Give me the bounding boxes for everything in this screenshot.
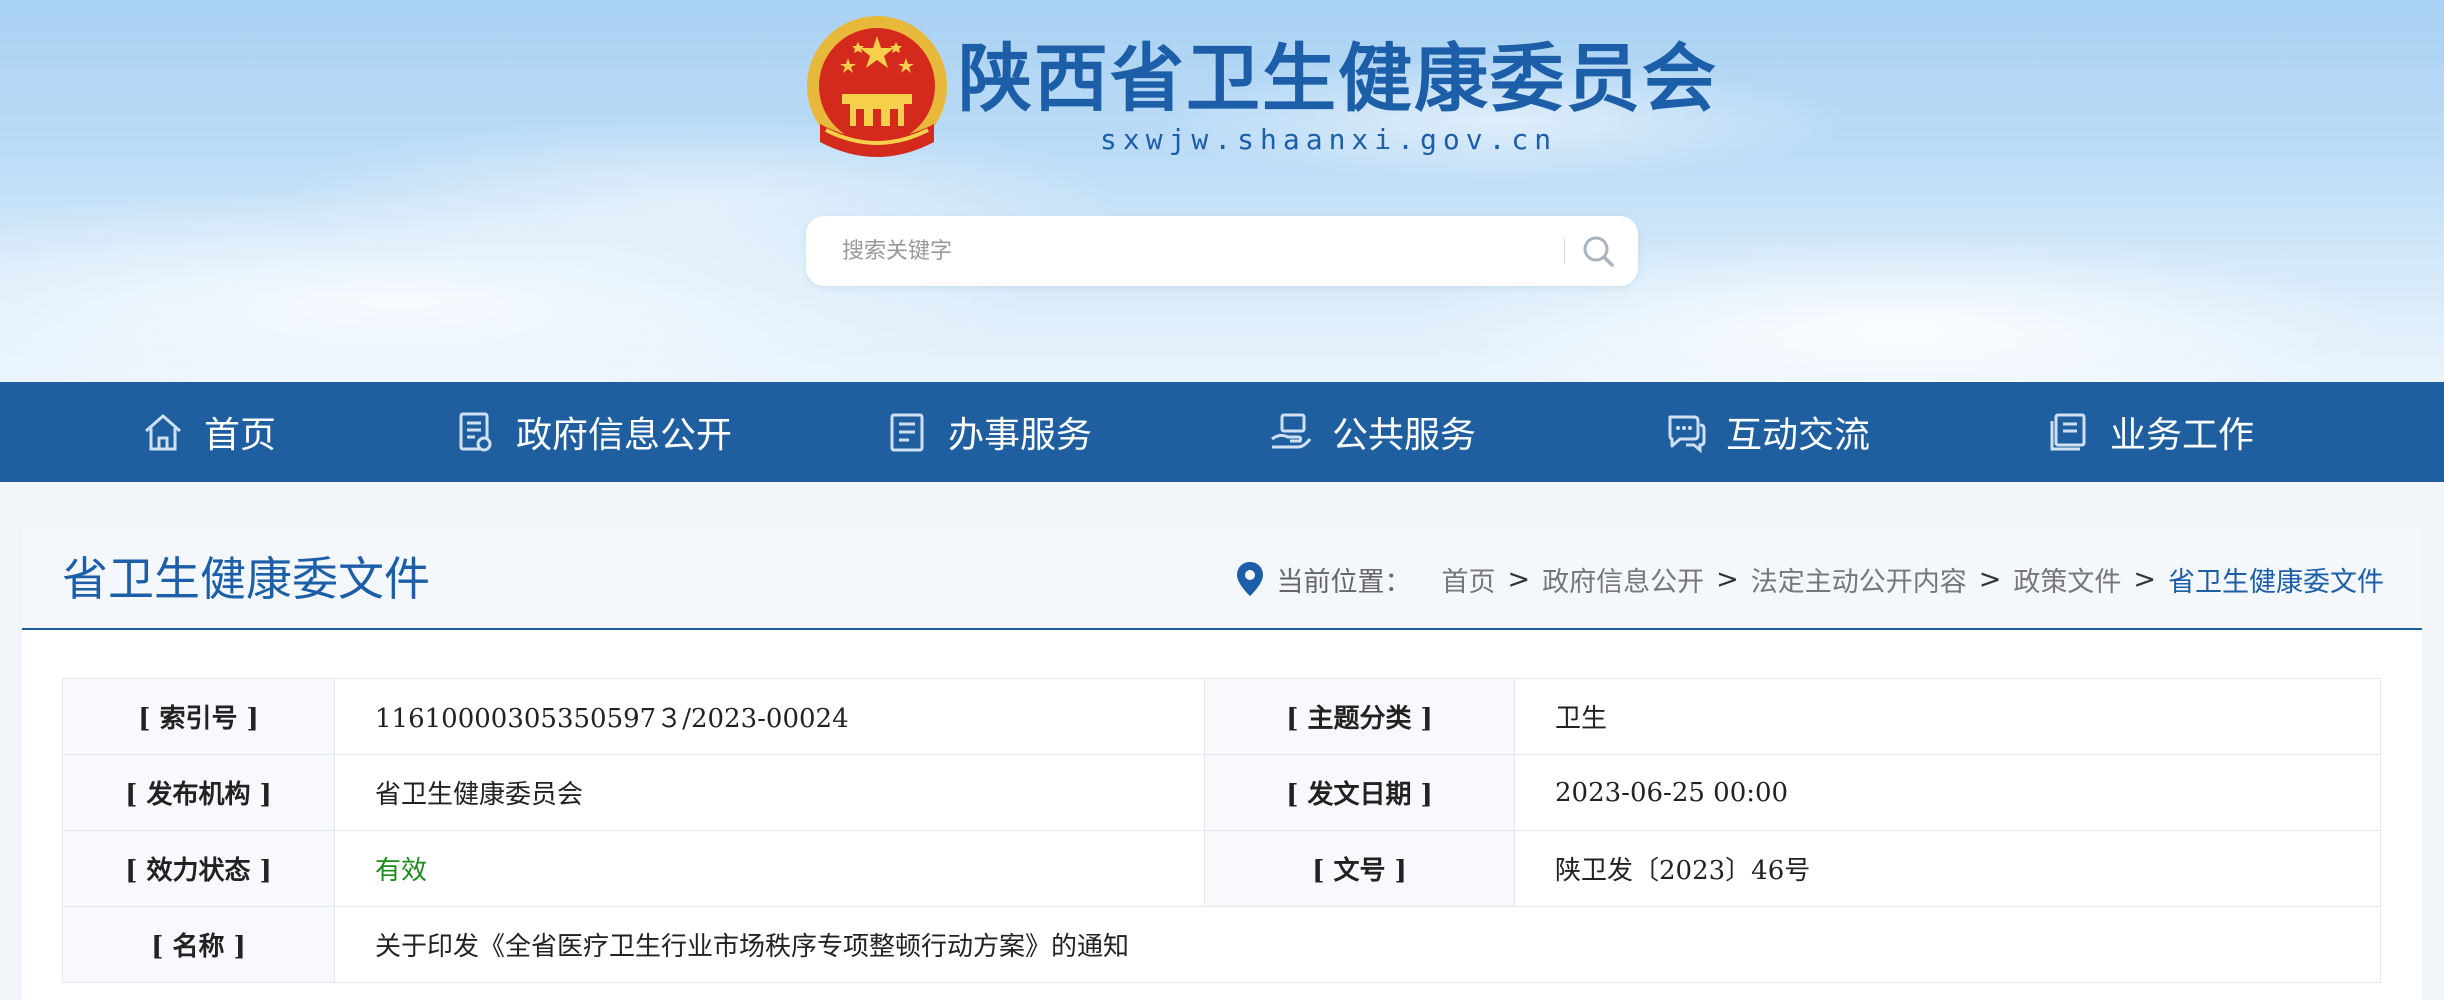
document-meta-table: [ 索引号 ] 11610000305350597３/2023-00024 [ … [62, 678, 2381, 983]
meta-value-docno: 陕卫发〔2023〕46号 [1514, 830, 2381, 907]
clipboard-icon [890, 413, 924, 452]
site-title: 陕西省卫生健康委员会 [958, 36, 1718, 122]
page-title: 省卫生健康委文件 [62, 552, 430, 606]
national-emblem-icon [807, 16, 947, 157]
meta-row: [ 名称 ] 关于印发《全省医疗卫生行业市场秩序专项整顿行动方案》的通知 [62, 906, 2381, 983]
meta-row: [ 发布机构 ] 省卫生健康委员会 [ 发文日期 ] 2023-06-25 00… [62, 754, 2381, 831]
search-divider [1564, 238, 1565, 264]
breadcrumb-current[interactable]: 省卫生健康委文件 [2168, 560, 2384, 599]
search-icon[interactable] [1574, 228, 1624, 274]
breadcrumb: 当前位置： 首页 > 政府信息公开 > 法定主动公开内容 > 政策文件 > 省卫… [1235, 554, 2384, 604]
search-box [806, 216, 1638, 286]
meta-label-status: [ 效力状态 ] [62, 830, 335, 907]
nav-item-services[interactable]: 办事服务 [884, 382, 1092, 482]
hand-service-icon [1271, 413, 1312, 449]
meta-row: [ 索引号 ] 11610000305350597３/2023-00024 [ … [62, 678, 2381, 755]
meta-value-name: 关于印发《全省医疗卫生行业市场秩序专项整顿行动方案》的通知 [334, 906, 2381, 983]
breadcrumb-home[interactable]: 首页 [1442, 560, 1496, 599]
breadcrumb-gov-info[interactable]: 政府信息公开 [1542, 560, 1704, 599]
nav-item-public-service[interactable]: 公共服务 [1268, 382, 1476, 482]
nav-item-business[interactable]: 业务工作 [2046, 382, 2254, 482]
meta-label-name: [ 名称 ] [62, 906, 335, 983]
nav-item-label: 首页 [204, 415, 277, 456]
nav-item-label: 互动交流 [1726, 415, 1871, 456]
breadcrumb-separator: > [2133, 563, 2156, 595]
meta-label-topic: [ 主题分类 ] [1204, 678, 1515, 755]
search-input[interactable] [842, 226, 1542, 276]
meta-label-index: [ 索引号 ] [62, 678, 335, 755]
site-domain: sxwjw.shaanxi.gov.cn [1100, 123, 1558, 156]
document-icon [459, 412, 492, 452]
breadcrumb-statutory-content[interactable]: 法定主动公开内容 [1751, 560, 1967, 599]
nav-item-label: 办事服务 [948, 415, 1093, 456]
chat-icon [1668, 415, 1706, 454]
meta-value-date: 2023-06-25 00:00 [1514, 754, 2381, 831]
meta-value-index: 11610000305350597３/2023-00024 [334, 678, 1205, 755]
meta-value-status: 有效 [334, 830, 1205, 907]
location-pin-icon [1236, 562, 1263, 596]
meta-row: [ 效力状态 ] 有效 [ 文号 ] 陕卫发〔2023〕46号 [62, 830, 2381, 907]
breadcrumb-separator: > [1978, 563, 2002, 595]
nav-item-label: 业务工作 [2110, 415, 2255, 456]
content-panel: 省卫生健康委文件 当前位置： 首页 > 政府信息公开 > 法定主动公开内容 > … [22, 530, 2422, 1000]
nav-item-label: 公共服务 [1332, 415, 1477, 456]
breadcrumb-label: 当前位置： [1276, 566, 1412, 598]
site-banner: 陕西省卫生健康委员会 sxwjw.shaanxi.gov.cn [0, 0, 2444, 382]
nav-item-label: 政府信息公开 [516, 415, 733, 456]
breadcrumb-separator: > [1716, 563, 1739, 595]
book-icon [2050, 413, 2086, 451]
meta-label-date: [ 发文日期 ] [1204, 754, 1515, 831]
meta-label-docno: [ 文号 ] [1204, 830, 1515, 907]
breadcrumb-separator: > [1507, 563, 1531, 595]
meta-label-org: [ 发布机构 ] [62, 754, 335, 831]
main-nav: 首页 政府信息公开 办事服务 公共服务 互动交流 业务工作 [0, 382, 2444, 482]
breadcrumb-policy-docs[interactable]: 政策文件 [2013, 560, 2121, 599]
meta-value-topic: 卫生 [1514, 678, 2381, 755]
nav-item-home[interactable]: 首页 [140, 382, 276, 482]
nav-item-gov-info[interactable]: 政府信息公开 [452, 382, 732, 482]
nav-item-interaction[interactable]: 互动交流 [1662, 382, 1870, 482]
home-icon [145, 414, 181, 451]
meta-value-org: 省卫生健康委员会 [334, 754, 1205, 831]
panel-header: 省卫生健康委文件 当前位置： 首页 > 政府信息公开 > 法定主动公开内容 > … [22, 530, 2422, 630]
